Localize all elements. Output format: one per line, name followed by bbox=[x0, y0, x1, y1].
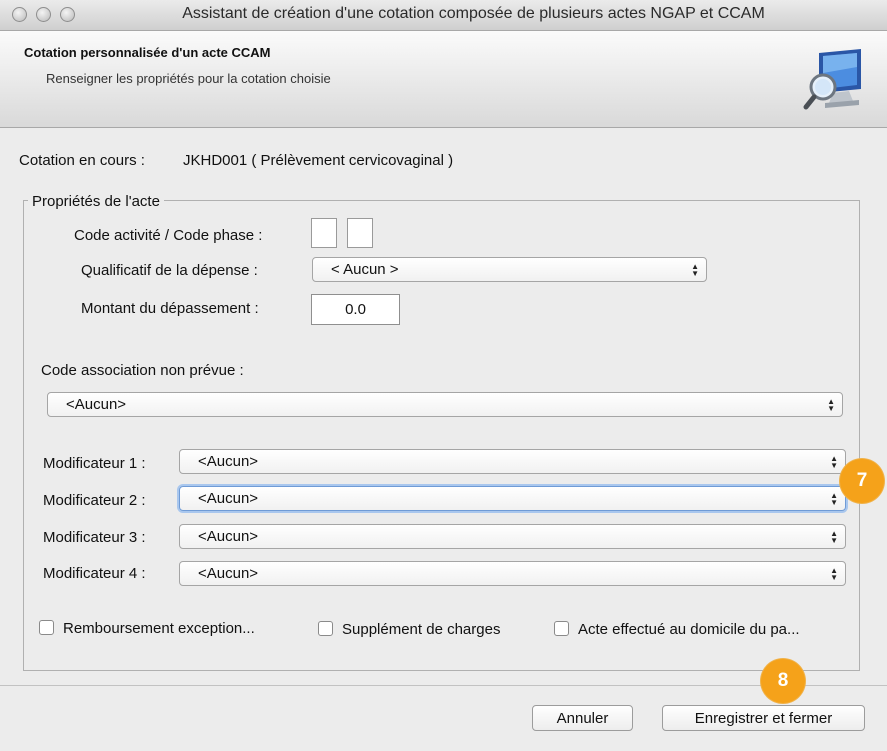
montant-field[interactable]: 0.0 bbox=[311, 294, 400, 325]
association-value: <Aucun> bbox=[66, 396, 127, 413]
qualificatif-label: Qualificatif de la dépense : bbox=[81, 262, 258, 279]
select-arrows-icon: ▲ ▼ bbox=[830, 528, 838, 545]
domicile-label: Acte effectué au domicile du pa... bbox=[578, 621, 800, 638]
supplement-label: Supplément de charges bbox=[342, 621, 501, 638]
montant-label: Montant du dépassement : bbox=[81, 300, 259, 317]
activity-code-field[interactable] bbox=[311, 218, 337, 248]
remboursement-checkbox[interactable] bbox=[39, 620, 54, 635]
modifier-2-select[interactable]: <Aucun> ▲ ▼ bbox=[179, 486, 846, 511]
qualificatif-value: < Aucun > bbox=[331, 261, 399, 278]
modifier-2-label: Modificateur 2 : bbox=[43, 492, 146, 509]
modifier-3-select[interactable]: <Aucun> ▲ ▼ bbox=[179, 524, 846, 549]
select-arrows-icon: ▲ ▼ bbox=[830, 565, 838, 582]
qualificatif-select[interactable]: < Aucun > ▲ ▼ bbox=[312, 257, 707, 282]
modifier-1-value: <Aucun> bbox=[198, 453, 259, 470]
properties-legend: Propriétés de l'acte bbox=[28, 193, 164, 210]
header-subtitle: Renseigner les propriétés pour la cotati… bbox=[46, 71, 331, 86]
cotation-value: JKHD001 ( Prélèvement cervicovaginal ) bbox=[183, 152, 454, 169]
cancel-button[interactable]: Annuler bbox=[532, 705, 633, 731]
select-arrows-icon: ▲ ▼ bbox=[691, 261, 699, 278]
footer-separator bbox=[0, 685, 887, 686]
wizard-header: Cotation personnalisée d'un acte CCAM Re… bbox=[0, 31, 887, 128]
select-arrows-icon: ▲ ▼ bbox=[830, 490, 838, 507]
monitor-magnifier-icon bbox=[803, 49, 861, 110]
modifier-1-label: Modificateur 1 : bbox=[43, 455, 146, 472]
remboursement-label: Remboursement exception... bbox=[63, 620, 255, 637]
step-8-badge: 8 bbox=[761, 659, 805, 703]
cotation-label: Cotation en cours : bbox=[19, 152, 145, 169]
window-title: Assistant de création d'une cotation com… bbox=[182, 5, 765, 22]
modifier-1-select[interactable]: <Aucun> ▲ ▼ bbox=[179, 449, 846, 474]
window-titlebar: Assistant de création d'une cotation com… bbox=[0, 0, 887, 31]
modifier-3-label: Modificateur 3 : bbox=[43, 529, 146, 546]
activity-phase-label: Code activité / Code phase : bbox=[74, 227, 263, 244]
modifier-4-value: <Aucun> bbox=[198, 565, 259, 582]
association-label: Code association non prévue : bbox=[41, 362, 244, 379]
select-arrows-icon: ▲ ▼ bbox=[830, 453, 838, 470]
supplement-checkbox[interactable] bbox=[318, 621, 333, 636]
step-7-badge: 7 bbox=[840, 459, 884, 503]
modifier-4-select[interactable]: <Aucun> ▲ ▼ bbox=[179, 561, 846, 586]
header-title: Cotation personnalisée d'un acte CCAM bbox=[24, 45, 271, 60]
domicile-checkbox[interactable] bbox=[554, 621, 569, 636]
modifier-2-value: <Aucun> bbox=[198, 490, 259, 507]
save-close-button[interactable]: Enregistrer et fermer bbox=[662, 705, 865, 731]
association-select[interactable]: <Aucun> ▲ ▼ bbox=[47, 392, 843, 417]
phase-code-field[interactable] bbox=[347, 218, 373, 248]
select-arrows-icon: ▲ ▼ bbox=[827, 396, 835, 413]
modifier-4-label: Modificateur 4 : bbox=[43, 565, 146, 582]
modifier-3-value: <Aucun> bbox=[198, 528, 259, 545]
